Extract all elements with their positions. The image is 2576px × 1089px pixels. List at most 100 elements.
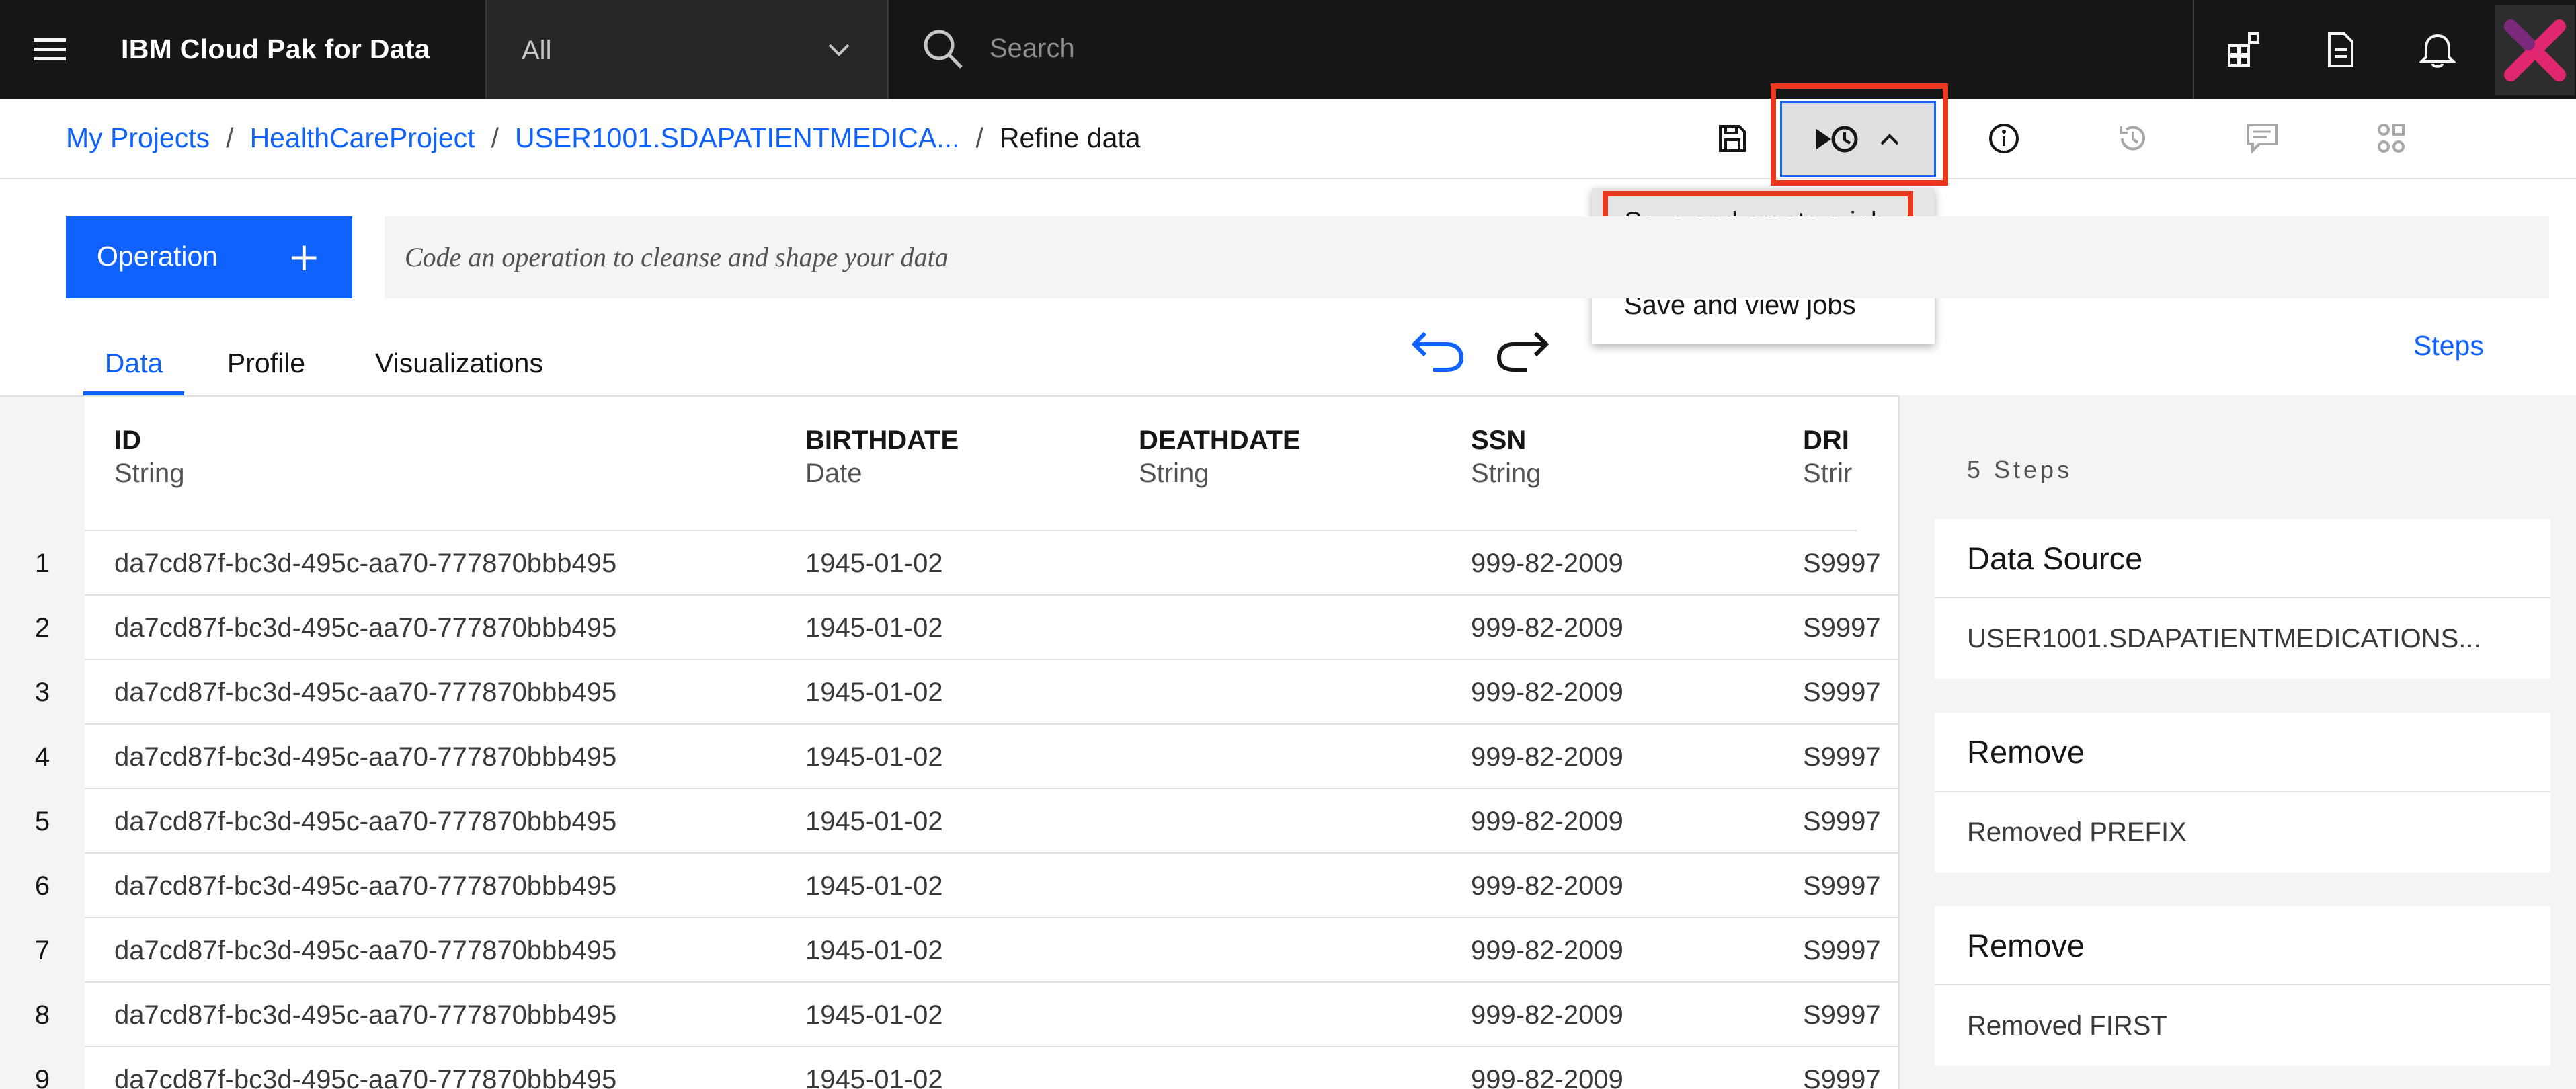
cell-ssn[interactable]: 999-82-2009 — [1471, 789, 1623, 854]
comments-button[interactable] — [2212, 99, 2312, 178]
code-operation-input[interactable]: Code an operation to cleanse and shape y… — [385, 216, 2549, 298]
search-scope-value: All — [522, 36, 552, 65]
cell-ssn[interactable]: 999-82-2009 — [1471, 596, 1623, 660]
cell-birthdate[interactable]: 1945-01-02 — [805, 1047, 943, 1089]
cell-id[interactable]: da7cd87f-bc3d-495c-aa70-777870bbb495 — [114, 918, 616, 983]
cell-dri[interactable]: S9997 — [1803, 918, 1890, 983]
cell-id[interactable]: da7cd87f-bc3d-495c-aa70-777870bbb495 — [114, 789, 616, 854]
step-card-remove-first[interactable]: Remove Removed FIRST — [1935, 906, 2550, 1066]
operation-button-label: Operation — [97, 241, 218, 272]
step-card-remove-prefix[interactable]: Remove Removed PREFIX — [1935, 713, 2550, 873]
cell-id[interactable]: da7cd87f-bc3d-495c-aa70-777870bbb495 — [114, 531, 616, 596]
history-button[interactable] — [2083, 99, 2183, 178]
cell-id[interactable]: da7cd87f-bc3d-495c-aa70-777870bbb495 — [114, 725, 616, 789]
hamburger-menu-button[interactable] — [0, 0, 99, 99]
column-type: String — [114, 458, 185, 488]
cell-birthdate[interactable]: 1945-01-02 — [805, 789, 943, 854]
add-icon: + — [288, 234, 321, 280]
cell-id[interactable]: da7cd87f-bc3d-495c-aa70-777870bbb495 — [114, 854, 616, 918]
breadcrumb-my-projects[interactable]: My Projects — [66, 122, 210, 153]
user-avatar-button[interactable] — [2495, 5, 2575, 95]
breadcrumb: My Projects / HealthCareProject / USER1001.S… — [66, 99, 1141, 177]
column-header-id[interactable]: ID String — [114, 424, 185, 489]
column-header-deathdate[interactable]: DEATHDATE String — [1139, 424, 1301, 489]
step-title: Remove — [1935, 906, 2550, 985]
column-type: String — [1139, 458, 1209, 488]
table-row[interactable]: 4 da7cd87f-bc3d-495c-aa70-777870bbb495 1… — [0, 725, 1898, 789]
cell-id[interactable]: da7cd87f-bc3d-495c-aa70-777870bbb495 — [114, 983, 616, 1047]
chevron-down-icon — [828, 44, 850, 56]
data-table: ID String BIRTHDATE Date DEATHDATE Strin… — [0, 395, 1900, 1089]
notifications-button[interactable] — [2389, 0, 2486, 99]
breadcrumb-project[interactable]: HealthCareProject — [250, 122, 475, 153]
tab-profile[interactable]: Profile — [212, 336, 320, 395]
steps-panel: 5 Steps Data Source USER1001.SDAPATIENTM… — [1900, 395, 2576, 1089]
cell-birthdate[interactable]: 1945-01-02 — [805, 918, 943, 983]
cell-dri[interactable]: S9997 — [1803, 854, 1890, 918]
table-row[interactable]: 1 da7cd87f-bc3d-495c-aa70-777870bbb495 1… — [0, 531, 1898, 596]
breadcrumb-asset[interactable]: USER1001.SDAPATIENTMEDICA... — [515, 122, 960, 153]
cell-ssn[interactable]: 999-82-2009 — [1471, 854, 1623, 918]
undo-icon[interactable] — [1406, 328, 1467, 375]
column-header-ssn[interactable]: SSN String — [1471, 424, 1541, 489]
cell-ssn[interactable]: 999-82-2009 — [1471, 983, 1623, 1047]
table-row[interactable]: 9 da7cd87f-bc3d-495c-aa70-777870bbb495 1… — [0, 1047, 1898, 1089]
table-row[interactable]: 3 da7cd87f-bc3d-495c-aa70-777870bbb495 1… — [0, 660, 1898, 725]
cell-dri[interactable]: S9997 — [1803, 660, 1890, 725]
cell-dri[interactable]: S9997 — [1803, 596, 1890, 660]
table-row[interactable]: 6 da7cd87f-bc3d-495c-aa70-777870bbb495 1… — [0, 854, 1898, 918]
operation-button[interactable]: Operation + — [66, 216, 352, 298]
column-name: DEATHDATE — [1139, 426, 1301, 455]
cell-dri[interactable]: S9997 — [1803, 531, 1890, 596]
search-bar[interactable]: Search — [889, 0, 2193, 99]
cell-ssn[interactable]: 999-82-2009 — [1471, 918, 1623, 983]
cell-dri[interactable]: S9997 — [1803, 789, 1890, 854]
table-row[interactable]: 5 da7cd87f-bc3d-495c-aa70-777870bbb495 1… — [0, 789, 1898, 854]
catalog-grid-icon — [2228, 32, 2259, 67]
cell-birthdate[interactable]: 1945-01-02 — [805, 854, 943, 918]
cell-id[interactable]: da7cd87f-bc3d-495c-aa70-777870bbb495 — [114, 1047, 616, 1089]
cell-birthdate[interactable]: 1945-01-02 — [805, 660, 943, 725]
info-button[interactable] — [1954, 99, 2054, 178]
table-row[interactable]: 2 da7cd87f-bc3d-495c-aa70-777870bbb495 1… — [0, 596, 1898, 660]
column-header-dri[interactable]: DRI Strir — [1803, 424, 1857, 489]
cell-birthdate[interactable]: 1945-01-02 — [805, 596, 943, 660]
cell-ssn[interactable]: 999-82-2009 — [1471, 531, 1623, 596]
cell-ssn[interactable]: 999-82-2009 — [1471, 660, 1623, 725]
documentation-button[interactable] — [2292, 0, 2389, 99]
save-button[interactable] — [1682, 99, 1783, 178]
breadcrumb-separator: / — [975, 122, 983, 153]
redo-icon[interactable] — [1494, 328, 1554, 375]
history-icon — [2120, 126, 2145, 151]
cell-dri[interactable]: S9997 — [1803, 725, 1890, 789]
cell-ssn[interactable]: 999-82-2009 — [1471, 1047, 1623, 1089]
notification-bell-icon — [2419, 34, 2456, 68]
tab-visualizations[interactable]: Visualizations — [355, 336, 563, 395]
hamburger-icon — [33, 38, 66, 61]
steps-panel-button[interactable] — [2341, 99, 2442, 178]
catalog-button[interactable] — [2196, 0, 2292, 99]
cell-birthdate[interactable]: 1945-01-02 — [805, 983, 943, 1047]
cell-dri[interactable]: S9997 — [1803, 983, 1890, 1047]
search-scope-select[interactable]: All — [485, 0, 889, 99]
steps-toggle-link[interactable]: Steps — [2413, 325, 2484, 366]
cell-dri[interactable]: S9997 — [1803, 1047, 1890, 1089]
cell-id[interactable]: da7cd87f-bc3d-495c-aa70-777870bbb495 — [114, 660, 616, 725]
search-input[interactable]: Search — [990, 0, 1075, 97]
row-number: 4 — [34, 742, 50, 772]
table-row[interactable]: 8 da7cd87f-bc3d-495c-aa70-777870bbb495 1… — [0, 983, 1898, 1047]
cell-birthdate[interactable]: 1945-01-02 — [805, 725, 943, 789]
step-title: Remove — [1935, 713, 2550, 792]
row-number: 9 — [34, 1065, 50, 1089]
highlight-jobs-button — [1771, 83, 1948, 186]
tab-data[interactable]: Data — [83, 336, 184, 395]
column-header-birthdate[interactable]: BIRTHDATE Date — [805, 424, 959, 489]
cell-id[interactable]: da7cd87f-bc3d-495c-aa70-777870bbb495 — [114, 596, 616, 660]
product-name[interactable]: IBM Cloud Pak for Data — [121, 0, 430, 99]
cell-ssn[interactable]: 999-82-2009 — [1471, 725, 1623, 789]
cell-birthdate[interactable]: 1945-01-02 — [805, 531, 943, 596]
column-name: ID — [114, 426, 141, 455]
row-number: 8 — [34, 1000, 50, 1030]
table-row[interactable]: 7 da7cd87f-bc3d-495c-aa70-777870bbb495 1… — [0, 918, 1898, 983]
step-card-data-source[interactable]: Data Source USER1001.SDAPATIENTMEDICATIO… — [1935, 519, 2550, 679]
